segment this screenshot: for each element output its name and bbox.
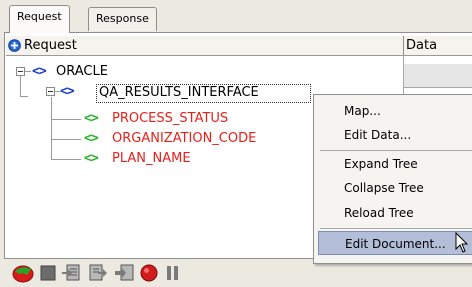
tree-line	[51, 119, 81, 120]
menu-item-reload-tree[interactable]: Reload Tree	[318, 201, 472, 225]
column-divider[interactable]	[403, 36, 404, 56]
context-menu: Map... Edit Data... Expand Tree Collapse…	[313, 94, 472, 264]
add-circle-icon[interactable]	[8, 39, 21, 52]
collapse-icon[interactable]	[46, 87, 55, 96]
element-tag-icon: <>	[84, 131, 99, 146]
menu-item-collapse-tree[interactable]: Collapse Tree	[318, 176, 472, 200]
insert-icon[interactable]	[114, 263, 134, 283]
element-tag-icon: <>	[84, 151, 99, 166]
collapse-icon[interactable]	[16, 67, 25, 76]
menu-separator	[320, 150, 472, 151]
tab-response[interactable]: Response	[88, 7, 157, 31]
tree-node-organization-code[interactable]: ORGANIZATION_CODE	[112, 131, 256, 147]
import-icon[interactable]	[62, 263, 82, 283]
tree-column-header[interactable]: Request	[24, 38, 77, 54]
menu-item-edit-document[interactable]: Edit Document...	[318, 231, 472, 255]
tree-node-process-status[interactable]: PROCESS_STATUS	[112, 111, 228, 127]
menu-item-edit-data[interactable]: Edit Data...	[318, 123, 472, 147]
element-tag-icon: <>	[60, 84, 75, 99]
pause-icon[interactable]	[166, 263, 180, 283]
element-tag-icon: <>	[84, 111, 99, 126]
export-icon[interactable]	[88, 263, 108, 283]
tab-request[interactable]: Request	[9, 5, 70, 33]
tree-node-oracle[interactable]: ORACLE	[56, 64, 108, 80]
mouse-cursor-icon	[455, 231, 469, 257]
tree-line	[51, 139, 81, 140]
stop-icon[interactable]	[40, 263, 56, 283]
tab-request-label: Request	[17, 10, 62, 23]
tree-node-qa-results-interface[interactable]: QA_RESULTS_INTERFACE	[99, 85, 259, 101]
tree-line	[51, 159, 81, 160]
data-cell-oracle-shaded[interactable]	[403, 64, 472, 88]
menu-item-expand-tree[interactable]: Expand Tree	[318, 152, 472, 176]
run-icon[interactable]	[12, 263, 34, 283]
element-tag-icon: <>	[32, 64, 47, 79]
menu-separator	[320, 228, 472, 229]
tree-line	[20, 75, 21, 97]
data-column-header[interactable]: Data	[406, 38, 437, 54]
tree-node-plan-name[interactable]: PLAN_NAME	[112, 151, 191, 167]
tree-line	[25, 71, 31, 72]
tree-line	[20, 96, 28, 97]
menu-item-map[interactable]: Map...	[318, 99, 472, 123]
tree-line	[51, 97, 52, 160]
tab-response-label: Response	[96, 12, 149, 25]
record-icon[interactable]	[139, 263, 159, 283]
